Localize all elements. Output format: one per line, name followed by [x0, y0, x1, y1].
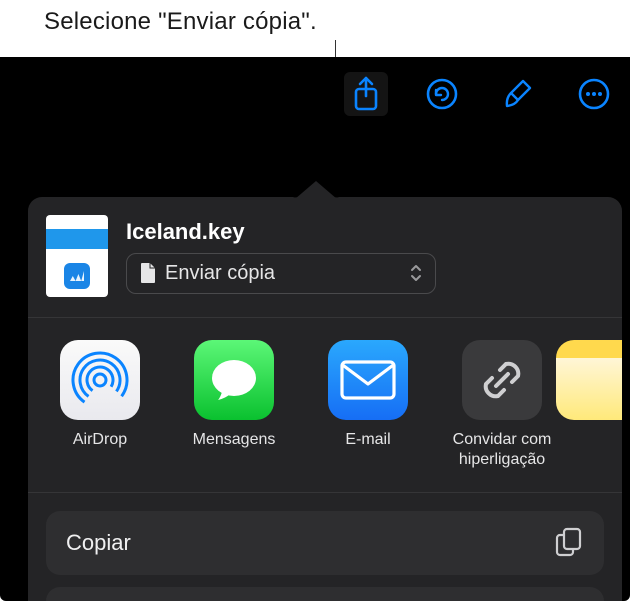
- undo-icon: [424, 76, 460, 112]
- action-copy-label: Copiar: [66, 530, 131, 556]
- share-sheet: Iceland.key Enviar cópia: [28, 197, 622, 601]
- file-title: Iceland.key: [126, 219, 604, 245]
- share-target-messages[interactable]: Mensagens: [180, 340, 288, 450]
- share-target-label: Mensagens: [174, 430, 294, 450]
- undo-button[interactable]: [420, 72, 464, 116]
- annotation-text: Selecione "Enviar cópia".: [44, 8, 317, 36]
- mail-icon: [328, 340, 408, 420]
- popover-arrow: [295, 181, 337, 199]
- share-header-text: Iceland.key Enviar cópia: [126, 219, 604, 294]
- more-button[interactable]: [572, 72, 616, 116]
- file-thumbnail: [46, 215, 108, 297]
- share-button[interactable]: [344, 72, 388, 116]
- document-icon: [139, 262, 157, 284]
- share-target-label: AirDrop: [40, 430, 160, 450]
- share-icon: [351, 76, 381, 112]
- notes-icon: [556, 340, 622, 420]
- action-copy[interactable]: Copiar: [46, 511, 604, 575]
- airdrop-icon: [60, 340, 140, 420]
- more-icon: [576, 76, 612, 112]
- action-row-partial[interactable]: [46, 587, 604, 601]
- share-sheet-header: Iceland.key Enviar cópia: [28, 197, 622, 318]
- link-icon: [462, 340, 542, 420]
- device-frame: Iceland.key Enviar cópia: [0, 57, 630, 601]
- messages-icon: [194, 340, 274, 420]
- share-mode-label: Enviar cópia: [165, 262, 275, 285]
- keynote-app-icon: [64, 263, 90, 289]
- share-target-label: E-mail: [308, 430, 428, 450]
- top-toolbar: [0, 57, 630, 131]
- copy-icon: [554, 527, 584, 559]
- share-target-invite-link[interactable]: Convidar com hiperligação: [448, 340, 556, 470]
- popup-chevrons-icon: [409, 262, 423, 284]
- share-targets-row[interactable]: AirDrop Mensagens: [28, 318, 622, 493]
- share-target-notes[interactable]: [582, 340, 610, 430]
- share-target-label: Convidar com hiperligação: [442, 430, 562, 470]
- share-target-airdrop[interactable]: AirDrop: [46, 340, 154, 450]
- format-brush-icon: [500, 76, 536, 112]
- format-button[interactable]: [496, 72, 540, 116]
- share-actions: Copiar: [28, 493, 622, 601]
- share-mode-select[interactable]: Enviar cópia: [126, 253, 436, 294]
- share-target-mail[interactable]: E-mail: [314, 340, 422, 450]
